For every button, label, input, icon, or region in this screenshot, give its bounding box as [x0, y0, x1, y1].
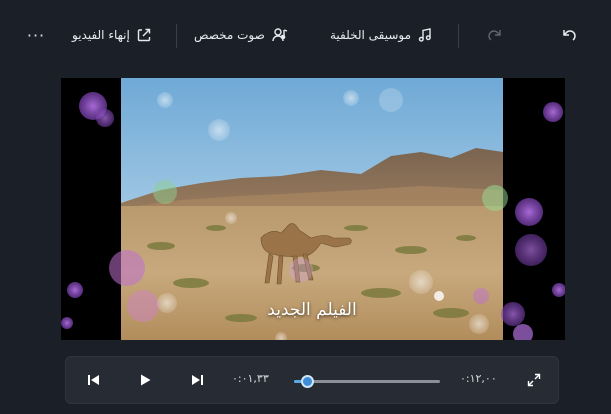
previous-frame-button[interactable] [82, 369, 106, 393]
background-music-label: موسيقى الخلفية [330, 28, 412, 42]
redo-button[interactable] [486, 20, 504, 50]
previous-frame-icon [87, 372, 101, 391]
toolbar: ··· إنهاء الفيديو صوت مخصص موسيقى الخلفي… [0, 0, 611, 68]
background-music-button[interactable]: موسيقى الخلفية [330, 20, 433, 50]
video-caption: الفيلم الجديد [267, 300, 357, 320]
seek-thumb[interactable] [301, 375, 315, 388]
custom-audio-icon [271, 27, 289, 43]
total-time: ٠:١٢,٠٠ [460, 372, 497, 385]
toolbar-divider [458, 24, 459, 48]
video-preview[interactable]: الفيلم الجديد [61, 78, 565, 340]
fullscreen-button[interactable] [522, 369, 546, 393]
next-frame-button[interactable] [185, 369, 209, 393]
playback-controls: ٠:٠١,٣٣ ٠:١٢,٠٠ [65, 356, 559, 404]
seek-bar[interactable] [294, 375, 440, 388]
finish-video-label: إنهاء الفيديو [72, 28, 130, 42]
expand-icon [527, 372, 541, 391]
more-options-label: ··· [26, 25, 46, 45]
undo-button[interactable] [560, 20, 578, 50]
redo-icon [486, 27, 504, 43]
more-options-button[interactable]: ··· [22, 20, 50, 50]
play-icon [138, 372, 152, 391]
next-frame-icon [190, 372, 204, 391]
toolbar-divider [176, 24, 177, 48]
share-icon [136, 27, 152, 43]
play-button[interactable] [133, 369, 157, 393]
custom-audio-button[interactable]: صوت مخصص [194, 20, 289, 50]
music-note-icon [417, 27, 433, 43]
undo-icon [560, 27, 578, 43]
finish-video-button[interactable]: إنهاء الفيديو [72, 20, 152, 50]
current-time: ٠:٠١,٣٣ [232, 372, 269, 385]
custom-audio-label: صوت مخصص [194, 28, 265, 42]
